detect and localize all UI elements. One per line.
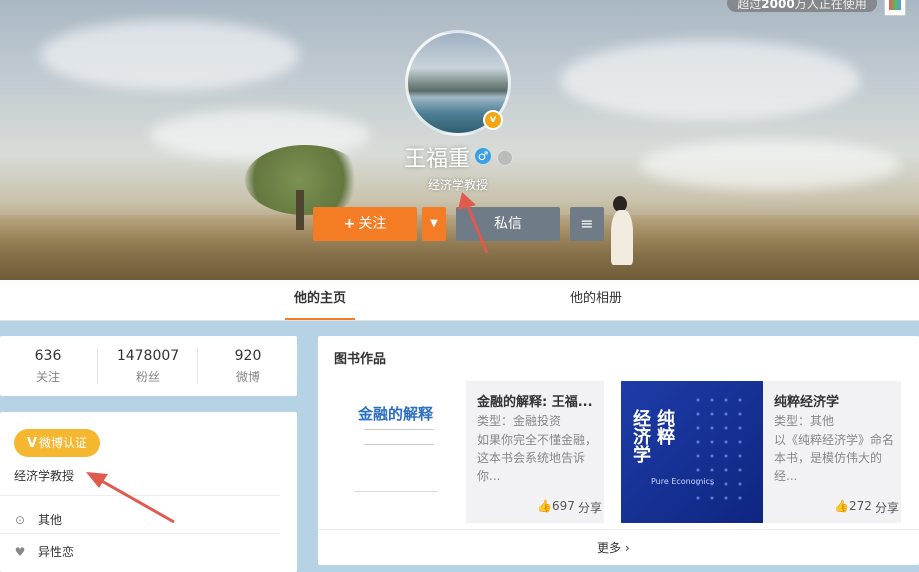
book-cover-title: 金融的解释 [358, 405, 434, 423]
location-text: 其他 [38, 513, 63, 527]
thumbs-up-icon: 👍 [537, 499, 552, 513]
stat-posts[interactable]: 920 微博 [200, 348, 296, 385]
divider [0, 495, 280, 496]
like-count: 272 [848, 499, 872, 513]
thumbs-up-icon: 👍 [834, 499, 849, 513]
cover-decoration [691, 393, 751, 503]
share-button[interactable]: 分享 [578, 499, 602, 516]
location-row: ⊙ 其他 [14, 511, 62, 528]
more-menu-button[interactable]: ≡ [570, 207, 604, 241]
divider [318, 529, 919, 530]
book-type: 类型：金融投资 [477, 414, 562, 428]
book-cover[interactable]: 金融的解释 [324, 381, 466, 523]
divider [97, 348, 98, 384]
tab-home[interactable]: 他的主页 [285, 280, 355, 320]
usage-badge-prefix: 超过 [737, 0, 762, 11]
divider [0, 533, 280, 534]
member-level-icon[interactable] [497, 150, 513, 166]
book-cover-title: 纯粹 [654, 409, 675, 445]
profile-description: 经济学教授 [428, 178, 489, 192]
tree-trunk [296, 190, 304, 230]
stat-label: 粉丝 [135, 370, 160, 384]
usage-badge-suffix: 万人正在使用 [794, 0, 867, 11]
book-description: 以《纯粹经济学》命名本书，是模仿伟大的经... [774, 433, 895, 483]
book-title[interactable]: 纯粹经济学 [774, 391, 899, 410]
usage-badge-number: 2000 [761, 0, 795, 11]
location-pin-icon: ⊙ [14, 513, 26, 527]
stat-followers[interactable]: 1478007 粉丝 [100, 348, 196, 385]
book-title[interactable]: 金融的解释: 王福... [477, 391, 602, 410]
verification-text: 经济学教授 [14, 469, 75, 483]
follow-label: 关注 [358, 216, 387, 232]
more-books-link[interactable]: 更多 › [597, 539, 630, 556]
orientation-text: 异性恋 [38, 545, 75, 559]
usage-badge[interactable]: 超过2000万人正在使用 [727, 0, 877, 12]
heart-icon: ♥ [14, 545, 26, 559]
figure-body [611, 210, 633, 265]
plus-icon: + [343, 216, 356, 232]
profile-info-card: V 微博认证 经济学教授 ⊙ 其他 ♥ 异性恋 [0, 412, 297, 572]
stat-value: 636 [34, 348, 62, 364]
cloud [560, 40, 860, 120]
book-description: 如果你完全不懂金融，这本书会系统地告诉你... [477, 433, 598, 483]
tab-album[interactable]: 他的相册 [560, 280, 632, 318]
verified-badge-icon: v [483, 110, 503, 130]
follow-dropdown-button[interactable]: ▼ [422, 207, 446, 241]
stat-label: 微博 [235, 370, 260, 384]
cloud [40, 20, 300, 90]
follow-button[interactable]: + 关注 [313, 207, 417, 241]
stats-card: 636 关注 1478007 粉丝 920 微博 [0, 336, 297, 396]
book-item[interactable]: 金融的解释 金融的解释: 王福... 类型：金融投资 如果你完全不懂金融，这本书… [324, 381, 604, 523]
orientation-row: ♥ 异性恋 [14, 543, 74, 560]
book-item[interactable]: 纯粹 经济学 Pure Economics 纯粹经济学 类型：其他 以《纯粹经济… [621, 381, 901, 523]
books-title: 图书作品 [334, 352, 387, 367]
message-button[interactable]: 私信 [456, 207, 560, 241]
profile-tabs: 他的主页 他的相册 [0, 280, 919, 321]
verification-label: 微博认证 [39, 436, 88, 450]
stat-following[interactable]: 636 关注 [0, 348, 96, 385]
like-count: 697 [551, 499, 575, 513]
stat-value: 920 [234, 348, 262, 364]
stat-label: 关注 [35, 370, 60, 384]
like-button[interactable]: 👍697 [537, 499, 575, 513]
male-gender-icon: ♂ [475, 148, 491, 164]
share-button[interactable]: 分享 [875, 499, 899, 516]
like-button[interactable]: 👍272 [834, 499, 872, 513]
cloud [640, 140, 900, 190]
divider [197, 348, 198, 384]
tree [245, 145, 365, 215]
cover-decoration [354, 491, 438, 502]
book-cover[interactable]: 纯粹 经济学 Pure Economics [621, 381, 763, 523]
verification-badge[interactable]: V 微博认证 [14, 429, 100, 457]
book-type: 类型：其他 [774, 414, 835, 428]
app-icon[interactable] [884, 0, 906, 16]
stat-value: 1478007 [116, 348, 180, 364]
cover-decoration [364, 429, 434, 445]
verified-v-icon: V [26, 436, 38, 451]
book-cover-title: 经济学 [630, 409, 651, 463]
books-card: 图书作品 金融的解释 金融的解释: 王福... 类型：金融投资 如果你完全不懂金… [318, 336, 919, 565]
app-icon-graphic [889, 0, 901, 10]
profile-name: 王福重 [404, 147, 471, 172]
